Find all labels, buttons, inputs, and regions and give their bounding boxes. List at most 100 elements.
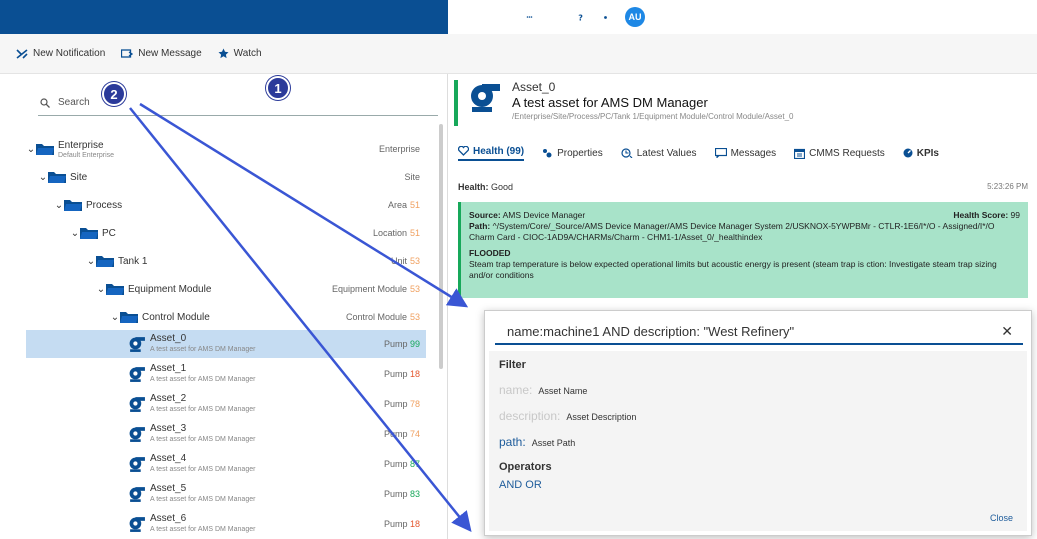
- asset-score: 78: [409, 399, 420, 409]
- health-alert-card: Source: AMS Device Manager Health Score:…: [458, 202, 1028, 298]
- close-icon[interactable]: ✕: [1001, 323, 1013, 340]
- message-icon: [121, 48, 134, 58]
- tree-node-name: Enterprise: [58, 139, 104, 151]
- filter-query-text: name:machine1 AND description: "West Ref…: [507, 323, 795, 339]
- asset-row[interactable]: Asset_3 A test asset for AMS DM Manager Pu…: [26, 420, 426, 448]
- chevron-down-icon[interactable]: ⌄: [70, 228, 80, 239]
- alert-title: FLOODED: [469, 248, 511, 258]
- folder-icon: [120, 312, 138, 323]
- chevron-down-icon[interactable]: ⌄: [54, 200, 64, 211]
- empty-filter-button[interactable]: Empty Filter: [448, 12, 510, 22]
- top-bar-actions: Empty Filter A ? AU: [448, 0, 1037, 34]
- svg-text:A: A: [549, 12, 555, 21]
- tree-node-equipment-module[interactable]: ⌄ Equipment Module Equipment Module 53: [96, 276, 426, 302]
- avatar[interactable]: AU: [625, 7, 646, 27]
- tab-messages[interactable]: Messages: [714, 148, 776, 159]
- star-icon: [218, 48, 229, 59]
- tree-node-tank-1[interactable]: ⌄ Tank 1 Unit 53: [86, 248, 426, 274]
- close-button[interactable]: Close: [990, 513, 1013, 523]
- asset-description: A test asset for AMS DM Manager: [150, 436, 256, 443]
- tree-node-count: 53: [409, 312, 420, 322]
- tree-node-site[interactable]: ⌄ Site Site: [38, 164, 426, 190]
- asset-row[interactable]: Asset_4 A test asset for AMS DM Manager Pu…: [26, 450, 426, 478]
- asset-description: A test asset for AMS DM Manager: [150, 406, 256, 413]
- asset-header: Asset_0 A test asset for AMS DM Manager …: [454, 80, 793, 126]
- folder-icon: [106, 284, 124, 295]
- asset-path: /Enterprise/Site/Process/PC/Tank 1/Equip…: [512, 112, 794, 121]
- asset-type: Pump 99: [383, 339, 420, 349]
- tab-latest-values[interactable]: Latest Values: [621, 148, 697, 159]
- filter-icon: [448, 13, 458, 22]
- tree-node-name: PC: [102, 227, 116, 239]
- filter-popup: name:machine1 AND description: "West Ref…: [484, 310, 1032, 536]
- asset-row[interactable]: Asset_5 A test asset for AMS DM Manager Pu…: [26, 480, 426, 508]
- asset-row[interactable]: Asset_6 A test asset for AMS DM Manager Pu…: [26, 510, 426, 538]
- chevron-down-icon[interactable]: ⌄: [110, 312, 120, 323]
- message-icon: [714, 148, 727, 158]
- asset-name: Asset_0: [150, 333, 187, 344]
- filter-field-description[interactable]: description: Asset Description: [499, 409, 1017, 423]
- asset-name: Asset_1: [150, 363, 187, 374]
- notification-icon: [16, 48, 28, 59]
- tree-scrollbar[interactable]: [439, 124, 443, 369]
- pump-icon: [129, 487, 145, 502]
- filter-field-path[interactable]: path: Asset Path: [499, 435, 1017, 449]
- asset-score: 87: [409, 459, 420, 469]
- tree-node-enterprise[interactable]: ⌄ Enterprise Default Enterprise Enterpris…: [26, 136, 426, 162]
- tree-node-pc[interactable]: ⌄ PC Location 51: [70, 220, 426, 246]
- asset-row[interactable]: Asset_2 A test asset for AMS DM Manager Pu…: [26, 390, 426, 418]
- asset-type: Pump 87: [383, 459, 420, 469]
- chevron-down-icon[interactable]: ⌄: [86, 256, 96, 267]
- asset-description: A test asset for AMS DM Manager: [150, 466, 256, 473]
- asset-name: Asset_2: [150, 393, 187, 404]
- folder-icon: [96, 256, 114, 267]
- new-notification-label: New Notification: [33, 48, 106, 59]
- asset-score: 18: [409, 519, 420, 529]
- values-icon: [621, 148, 633, 158]
- asset-type: Pump 78: [383, 399, 420, 409]
- new-message-button[interactable]: New Message: [121, 48, 202, 59]
- asset-name: Asset_0: [512, 80, 556, 94]
- folder-icon: [80, 228, 98, 239]
- chat-icon[interactable]: [524, 12, 535, 23]
- tree-node-process[interactable]: ⌄ Process Area 51: [54, 192, 426, 218]
- tab-cmms-requests[interactable]: CMMS Requests: [794, 148, 885, 159]
- asset-description: A test asset for AMS DM Manager: [150, 526, 256, 533]
- asset-row[interactable]: Asset_1 A test asset for AMS DM Manager Pu…: [26, 360, 426, 388]
- chevron-down-icon[interactable]: ⌄: [38, 172, 48, 183]
- new-notification-button[interactable]: New Notification: [16, 48, 105, 59]
- tree-node-control-module[interactable]: ⌄ Control Module Control Module 53: [110, 304, 426, 330]
- filter-field-name[interactable]: name: Asset Name: [499, 383, 1017, 397]
- asset-tabs: Health (99) Properties Latest Values Mes…: [458, 142, 939, 164]
- tree-node-name: Process: [86, 199, 123, 211]
- tree-node-count: 51: [409, 200, 420, 210]
- tree-node-type: Enterprise: [378, 144, 420, 154]
- filter-query-input[interactable]: name:machine1 AND description: "West Ref…: [495, 319, 1023, 345]
- tab-kpis[interactable]: KPIs: [903, 148, 939, 159]
- tree-node-name: Equipment Module: [128, 283, 212, 295]
- tab-health[interactable]: Health (99): [458, 146, 525, 161]
- help-icon[interactable]: ?: [575, 12, 586, 23]
- health-status-line: Health: Good 5:23:26 PM: [458, 182, 1028, 192]
- tree-node-name: Tank 1: [118, 255, 148, 267]
- pump-icon: [471, 84, 500, 112]
- tree-node-type: Area 51: [387, 200, 420, 210]
- gear-icon[interactable]: [600, 11, 612, 23]
- asset-score: 83: [409, 489, 420, 499]
- sort-icon[interactable]: A: [549, 12, 561, 23]
- folder-icon: [64, 200, 82, 211]
- asset-name: Asset_4: [150, 453, 187, 464]
- chevron-down-icon[interactable]: ⌄: [96, 284, 106, 295]
- asset-row[interactable]: Asset_0 A test asset for AMS DM Manager Pu…: [26, 330, 426, 358]
- health-score-value: 99: [1010, 210, 1020, 220]
- chevron-down-icon[interactable]: ⌄: [26, 144, 36, 155]
- empty-filter-label: Empty Filter: [462, 12, 511, 22]
- hierarchy-panel: Search ⌄ Enterprise Default Enterprise En…: [10, 74, 448, 539]
- tab-properties[interactable]: Properties: [542, 148, 603, 159]
- tree-node-type: Unit 53: [390, 256, 420, 266]
- search-field[interactable]: Search: [38, 90, 438, 116]
- search-input[interactable]: Search: [58, 97, 90, 108]
- watch-button[interactable]: Watch: [218, 48, 262, 59]
- operators-list[interactable]: AND OR: [499, 479, 1017, 491]
- path-label: Path:: [469, 221, 491, 231]
